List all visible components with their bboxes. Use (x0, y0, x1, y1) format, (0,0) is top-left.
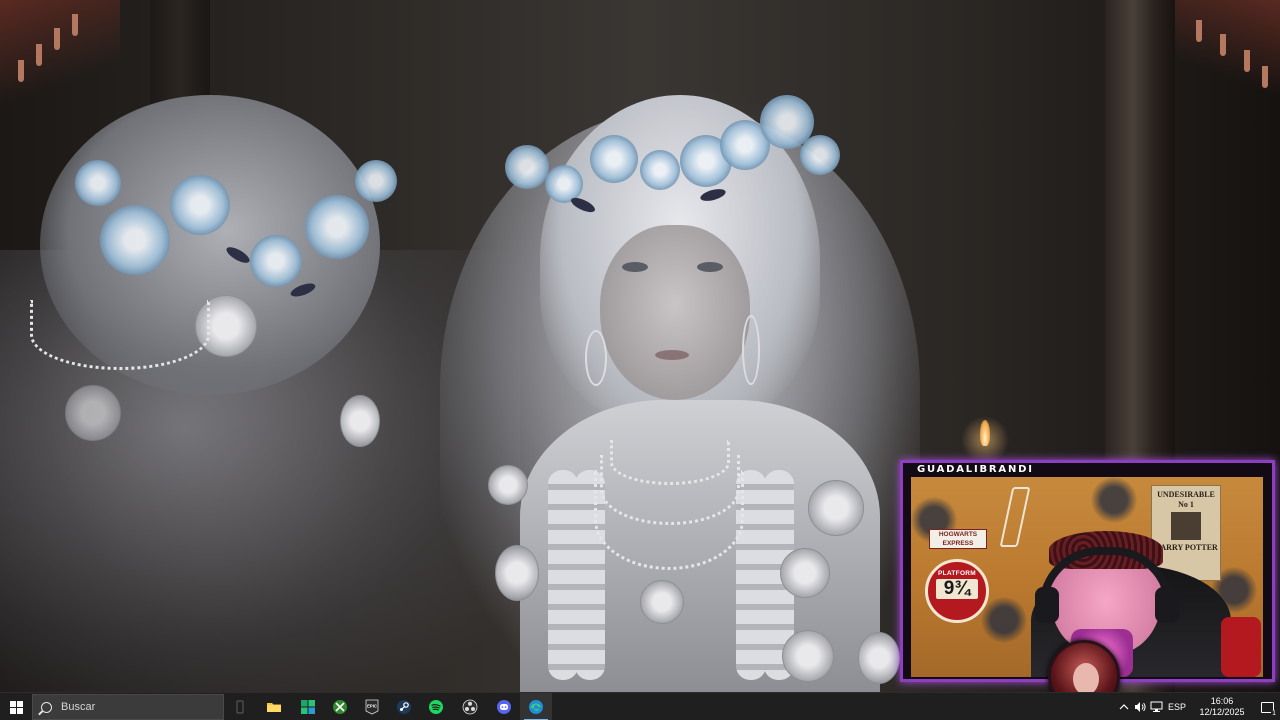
clock[interactable]: 16:06 12/12/2025 (1190, 696, 1254, 718)
necklace (594, 470, 744, 570)
wanted-poster: UNDESIRABLE No 1 HARRY POTTER (1151, 485, 1221, 581)
earring (742, 315, 760, 385)
ornament-medallion (488, 465, 528, 505)
webcam-overlay[interactable]: GUADALIBRANDI UNDESIRABLE No 1 HARRY POT… (894, 454, 1280, 712)
taskbar-app-obs-studio[interactable] (454, 693, 486, 720)
task-view-icon (236, 700, 244, 714)
clock-time: 16:06 (1210, 696, 1234, 706)
notification-center-button[interactable]: 1 (1254, 693, 1280, 720)
platform-number: 9¾ (936, 579, 978, 599)
task-view-button[interactable] (226, 693, 254, 720)
avatar-face (1073, 663, 1099, 695)
braid (548, 470, 578, 680)
ornament-medallion (495, 545, 539, 601)
network-icon[interactable] (1148, 693, 1164, 720)
chain-ornament (30, 300, 210, 370)
tassel (72, 14, 78, 36)
taskbar-search[interactable] (32, 694, 224, 720)
flower (75, 160, 121, 206)
ornament-medallion (340, 395, 380, 447)
ornament-medallion (808, 480, 864, 536)
flower (170, 175, 230, 235)
poster-rank: No 1 (1178, 499, 1194, 509)
flower (355, 160, 397, 202)
taskbar-app-xbox[interactable] (324, 693, 356, 720)
notification-count: 1 (1271, 710, 1277, 718)
poster-title: UNDESIRABLE (1157, 490, 1215, 499)
flower (250, 235, 302, 287)
central-figure-face (600, 225, 750, 400)
flower (800, 135, 840, 175)
headset-earcup (1155, 587, 1179, 623)
taskbar-app-epic-games[interactable]: EPIC (356, 693, 388, 720)
tassel (18, 60, 24, 82)
ornament-medallion (782, 630, 834, 682)
tassel (1220, 34, 1226, 56)
platform-label: PLATFORM (937, 570, 977, 577)
candle-flame (980, 420, 990, 446)
flower (590, 135, 638, 183)
tassel (54, 28, 60, 50)
folder-icon (267, 703, 281, 712)
clock-date: 12/12/2025 (1199, 707, 1245, 717)
gaming-chair-accent (1221, 617, 1261, 677)
taskbar-app-microsoft-store[interactable] (292, 693, 324, 720)
spotify-icon (429, 700, 443, 714)
taskbar-app-steam[interactable] (388, 693, 420, 720)
tassel (36, 44, 42, 66)
lightning-lamp (999, 487, 1031, 547)
flower (640, 150, 680, 190)
ornament-medallion (780, 548, 830, 598)
system-tray: ESP 16:06 12/12/2025 1 (1116, 693, 1280, 720)
volume-icon[interactable] (1132, 693, 1148, 720)
obs-icon (462, 699, 478, 715)
flower (505, 145, 549, 189)
store-icon (301, 700, 315, 714)
eye (622, 262, 648, 272)
edge-icon (529, 700, 543, 714)
poster-photo (1171, 512, 1201, 541)
headset-earcup (1035, 587, 1059, 623)
windows-icon (9, 700, 23, 714)
taskbar: EPIC (0, 692, 1280, 720)
hogwarts-express-sign: HOGWARTS EXPRESS (929, 529, 987, 549)
tassel (1262, 66, 1268, 88)
taskbar-app-discord[interactable] (488, 693, 520, 720)
earring (585, 330, 607, 386)
start-button[interactable] (0, 693, 32, 720)
search-icon (41, 701, 52, 713)
lips (655, 350, 689, 360)
chevron-up-icon[interactable] (1116, 693, 1132, 720)
ornament-medallion (65, 385, 121, 441)
flower (100, 205, 170, 275)
discord-icon (497, 700, 511, 714)
svg-text:EPIC: EPIC (367, 704, 377, 709)
ornament-medallion (640, 580, 684, 624)
steam-icon (397, 700, 411, 714)
taskbar-app-spotify[interactable] (420, 693, 452, 720)
epic-icon: EPIC (365, 699, 379, 715)
tassel (1244, 50, 1250, 72)
tassel (1196, 20, 1202, 42)
search-input[interactable] (61, 701, 211, 713)
wallpaper-pattern (981, 597, 1027, 643)
wallpaper-pattern (1091, 477, 1137, 523)
eye (697, 262, 723, 272)
flower (305, 195, 369, 259)
platform-sign: PLATFORM 9¾ (925, 559, 989, 623)
language-indicator[interactable]: ESP (1164, 702, 1190, 712)
channel-name: GUADALIBRANDI (917, 464, 1034, 475)
taskbar-app-edge[interactable] (520, 693, 552, 720)
xbox-icon (333, 700, 347, 714)
taskbar-app-file-explorer[interactable] (258, 693, 290, 720)
curtain-left (0, 0, 120, 110)
